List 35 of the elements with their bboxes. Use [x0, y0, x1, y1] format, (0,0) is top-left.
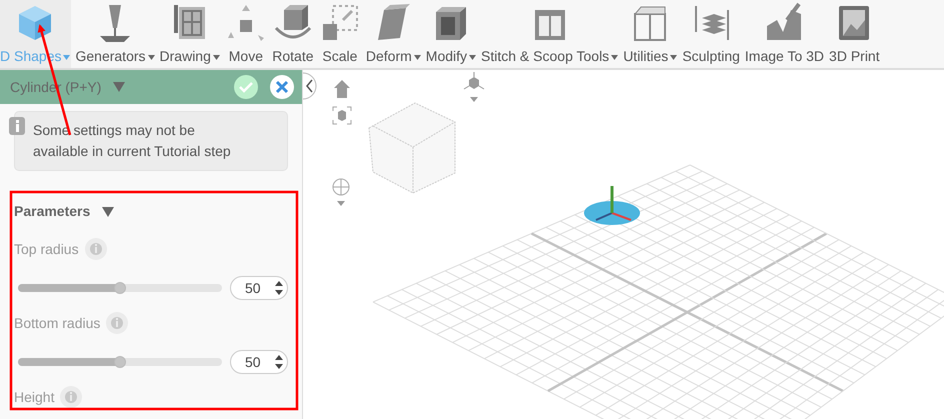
info-icon [9, 117, 25, 135]
slider-thumb [114, 356, 126, 368]
info-icon[interactable] [84, 238, 107, 260]
collapse-icon[interactable] [102, 206, 114, 216]
toolbar-button[interactable]: 3D Print [828, 0, 881, 68]
toolbar-button[interactable]: Sculpting [681, 0, 741, 68]
toolbar-button[interactable]: Stitch & Scoop Tools [480, 0, 620, 68]
confirm-icon[interactable] [234, 75, 258, 99]
slider-thumb [114, 282, 126, 294]
toolbar-button[interactable]: Scale [318, 0, 362, 68]
toolbar-button[interactable]: Move [224, 0, 268, 68]
cylinder-drawing [584, 186, 640, 225]
spinner-icon[interactable] [274, 280, 284, 296]
param-label: Bottom radius [14, 314, 100, 332]
param-label: Height [14, 388, 54, 407]
spinner-icon[interactable] [274, 354, 284, 370]
toolbar-button[interactable]: Generators [74, 0, 156, 68]
toolbar-button[interactable]: Drawing [158, 0, 221, 68]
toolbar-button[interactable]: Rotate [270, 0, 315, 68]
home-icon[interactable] [334, 80, 350, 98]
param-label: Top radius [14, 240, 79, 259]
info-icon[interactable] [60, 386, 82, 408]
toolbar-button[interactable]: Modify [424, 0, 478, 68]
collapse-panel-button[interactable] [303, 72, 316, 100]
fit-view-icon[interactable] [332, 106, 352, 124]
view-cube-drawing[interactable] [368, 102, 456, 194]
section-title: Parameters [14, 202, 90, 221]
toolbar-button[interactable]: Utilities [622, 0, 678, 68]
info-icon[interactable] [106, 312, 128, 334]
axes-view-icon[interactable] [464, 72, 484, 102]
dropdown-icon[interactable] [113, 82, 126, 92]
close-icon[interactable] [270, 75, 294, 99]
toolbar-button[interactable]: Deform [364, 0, 422, 68]
toolbar-button[interactable]: Image To 3D [744, 0, 826, 68]
orbit-icon[interactable] [332, 178, 350, 206]
